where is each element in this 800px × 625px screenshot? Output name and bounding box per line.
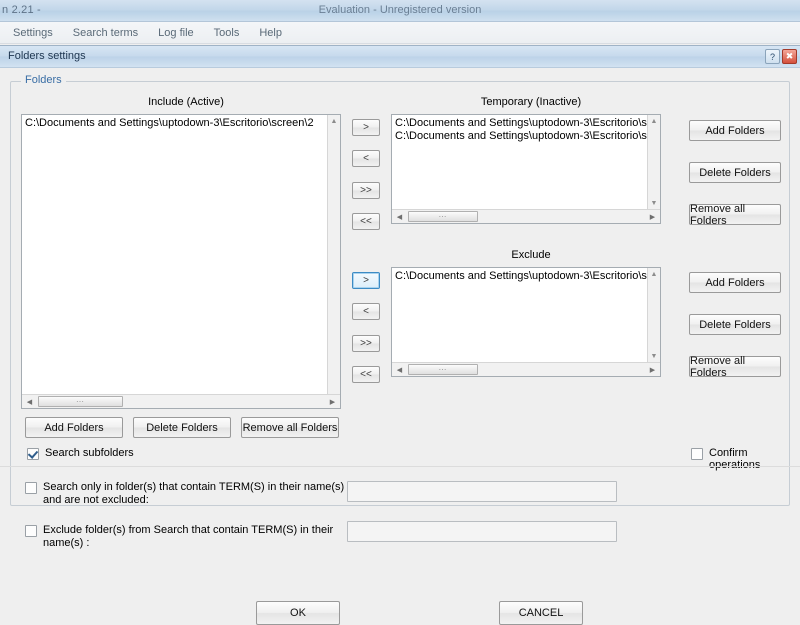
remove-all-folders-button-exclude[interactable]: Remove all Folders [689, 355, 781, 379]
search-subfolders-checkbox[interactable]: Search subfolders [27, 447, 134, 460]
menu-item-search-terms[interactable]: Search terms [70, 26, 141, 40]
include-list-title: Include (Active) [148, 96, 224, 108]
exclude-list-items: C:\Documents and Settings\uptodown-3\Esc… [395, 270, 660, 283]
list-item[interactable]: C:\Documents and Settings\uptodown-3\Esc… [395, 117, 660, 130]
checkbox-indicator[interactable] [691, 448, 703, 460]
exclude-terms-label: Exclude folder(s) from Search that conta… [43, 524, 334, 549]
remove-all-folders-button-include[interactable]: Remove all Folders [241, 417, 339, 438]
list-item[interactable]: C:\Documents and Settings\uptodown-3\Esc… [25, 117, 326, 130]
menu-item-log-file[interactable]: Log file [155, 26, 196, 40]
temporary-list-items: C:\Documents and Settings\uptodown-3\Esc… [395, 117, 660, 143]
search-only-terms-field[interactable] [347, 481, 617, 502]
exclude-listbox[interactable]: C:\Documents and Settings\uptodown-3\Esc… [391, 267, 661, 377]
include-vertical-scrollbar[interactable]: ▲ ▼ [327, 115, 340, 408]
delete-folders-button-exclude[interactable]: Delete Folders [689, 314, 781, 335]
list-item[interactable]: C:\Documents and Settings\uptodown-3\Esc… [395, 130, 660, 143]
scroll-left-icon[interactable]: ◀ [23, 395, 36, 408]
move-all-left-button-bottom[interactable]: << [352, 366, 380, 383]
confirm-operations-label: Confirm operations [709, 447, 761, 471]
exclude-terms-checkbox[interactable]: Exclude folder(s) from Search that conta… [25, 524, 345, 550]
list-item[interactable]: C:\Documents and Settings\uptodown-3\Esc… [395, 270, 660, 283]
search-subfolders-label: Search subfolders [45, 447, 134, 459]
help-icon[interactable]: ? [765, 49, 780, 64]
temporary-horizontal-scrollbar[interactable]: ◀ ⋯ ▶ [392, 209, 660, 223]
search-only-terms-input[interactable] [348, 482, 616, 501]
include-hscroll-thumb[interactable]: ⋯ [38, 396, 123, 407]
scroll-right-icon[interactable]: ▶ [326, 395, 339, 408]
temporary-listbox[interactable]: C:\Documents and Settings\uptodown-3\Esc… [391, 114, 661, 224]
application-menu-bar: Settings Search terms Log file Tools Hel… [0, 22, 800, 44]
move-all-right-button-bottom[interactable]: >> [352, 335, 380, 352]
exclude-horizontal-scrollbar[interactable]: ◀ ⋯ ▶ [392, 362, 660, 376]
include-list-items: C:\Documents and Settings\uptodown-3\Esc… [25, 117, 326, 130]
menu-item-tools[interactable]: Tools [211, 26, 243, 40]
scroll-left-icon[interactable]: ◀ [393, 210, 406, 223]
section-divider [0, 466, 800, 467]
checkbox-indicator[interactable] [25, 525, 37, 537]
exclude-hscroll-thumb[interactable]: ⋯ [408, 364, 478, 375]
move-left-button-bottom[interactable]: < [352, 303, 380, 320]
add-folders-button-include[interactable]: Add Folders [25, 417, 123, 438]
move-all-right-button-top[interactable]: >> [352, 182, 380, 199]
menu-item-settings[interactable]: Settings [10, 26, 56, 40]
ok-button[interactable]: OK [256, 601, 340, 625]
exclude-terms-input[interactable] [348, 522, 616, 541]
scroll-right-icon[interactable]: ▶ [646, 363, 659, 376]
move-right-button-bottom[interactable]: > [352, 272, 380, 289]
exclude-list-title: Exclude [511, 249, 551, 261]
menu-item-help[interactable]: Help [256, 26, 285, 40]
search-only-terms-label: Search only in folder(s) that contain TE… [43, 481, 345, 506]
scroll-up-icon[interactable]: ▲ [648, 268, 660, 280]
delete-folders-button-include[interactable]: Delete Folders [133, 417, 231, 438]
exclude-vertical-scrollbar[interactable]: ▲ ▼ [647, 268, 660, 376]
dialog-title-bar: Folders settings ? ✖ [0, 46, 800, 68]
scroll-down-icon[interactable]: ▼ [648, 197, 660, 209]
folders-groupbox-label: Folders [21, 74, 66, 86]
folders-groupbox: Folders Include (Active) C:\Documents an… [10, 74, 790, 506]
checkbox-indicator[interactable] [25, 482, 37, 494]
add-folders-button-temporary[interactable]: Add Folders [689, 120, 781, 141]
include-listbox[interactable]: C:\Documents and Settings\uptodown-3\Esc… [21, 114, 341, 409]
move-all-left-button-top[interactable]: << [352, 213, 380, 230]
remove-all-folders-button-temporary[interactable]: Remove all Folders [689, 203, 781, 227]
add-folders-button-exclude[interactable]: Add Folders [689, 272, 781, 293]
close-icon[interactable]: ✖ [782, 49, 797, 64]
search-only-terms-checkbox[interactable]: Search only in folder(s) that contain TE… [25, 481, 345, 507]
move-right-button-top[interactable]: > [352, 119, 380, 136]
move-left-button-top[interactable]: < [352, 150, 380, 167]
checkbox-indicator[interactable] [27, 448, 39, 460]
temporary-list-title: Temporary (Inactive) [480, 96, 582, 108]
cancel-button[interactable]: CANCEL [499, 601, 583, 625]
scroll-down-icon[interactable]: ▼ [648, 350, 660, 362]
folders-settings-dialog: Folders settings ? ✖ Folders Include (Ac… [0, 45, 800, 625]
dialog-title: Folders settings [8, 50, 86, 62]
scroll-left-icon[interactable]: ◀ [393, 363, 406, 376]
scroll-up-icon[interactable]: ▲ [648, 115, 660, 127]
app-title-center: Evaluation - Unregistered version [318, 4, 482, 16]
scroll-up-icon[interactable]: ▲ [328, 115, 340, 127]
delete-folders-button-temporary[interactable]: Delete Folders [689, 162, 781, 183]
temporary-hscroll-thumb[interactable]: ⋯ [408, 211, 478, 222]
confirm-operations-checkbox[interactable]: Confirm operations [691, 447, 789, 471]
include-horizontal-scrollbar[interactable]: ◀ ⋯ ▶ [22, 394, 340, 408]
scroll-right-icon[interactable]: ▶ [646, 210, 659, 223]
exclude-terms-field[interactable] [347, 521, 617, 542]
temporary-vertical-scrollbar[interactable]: ▲ ▼ [647, 115, 660, 223]
application-title-bar: n 2.21 - Evaluation - Unregistered versi… [0, 0, 800, 22]
dialog-caption-buttons: ? ✖ [765, 49, 797, 64]
